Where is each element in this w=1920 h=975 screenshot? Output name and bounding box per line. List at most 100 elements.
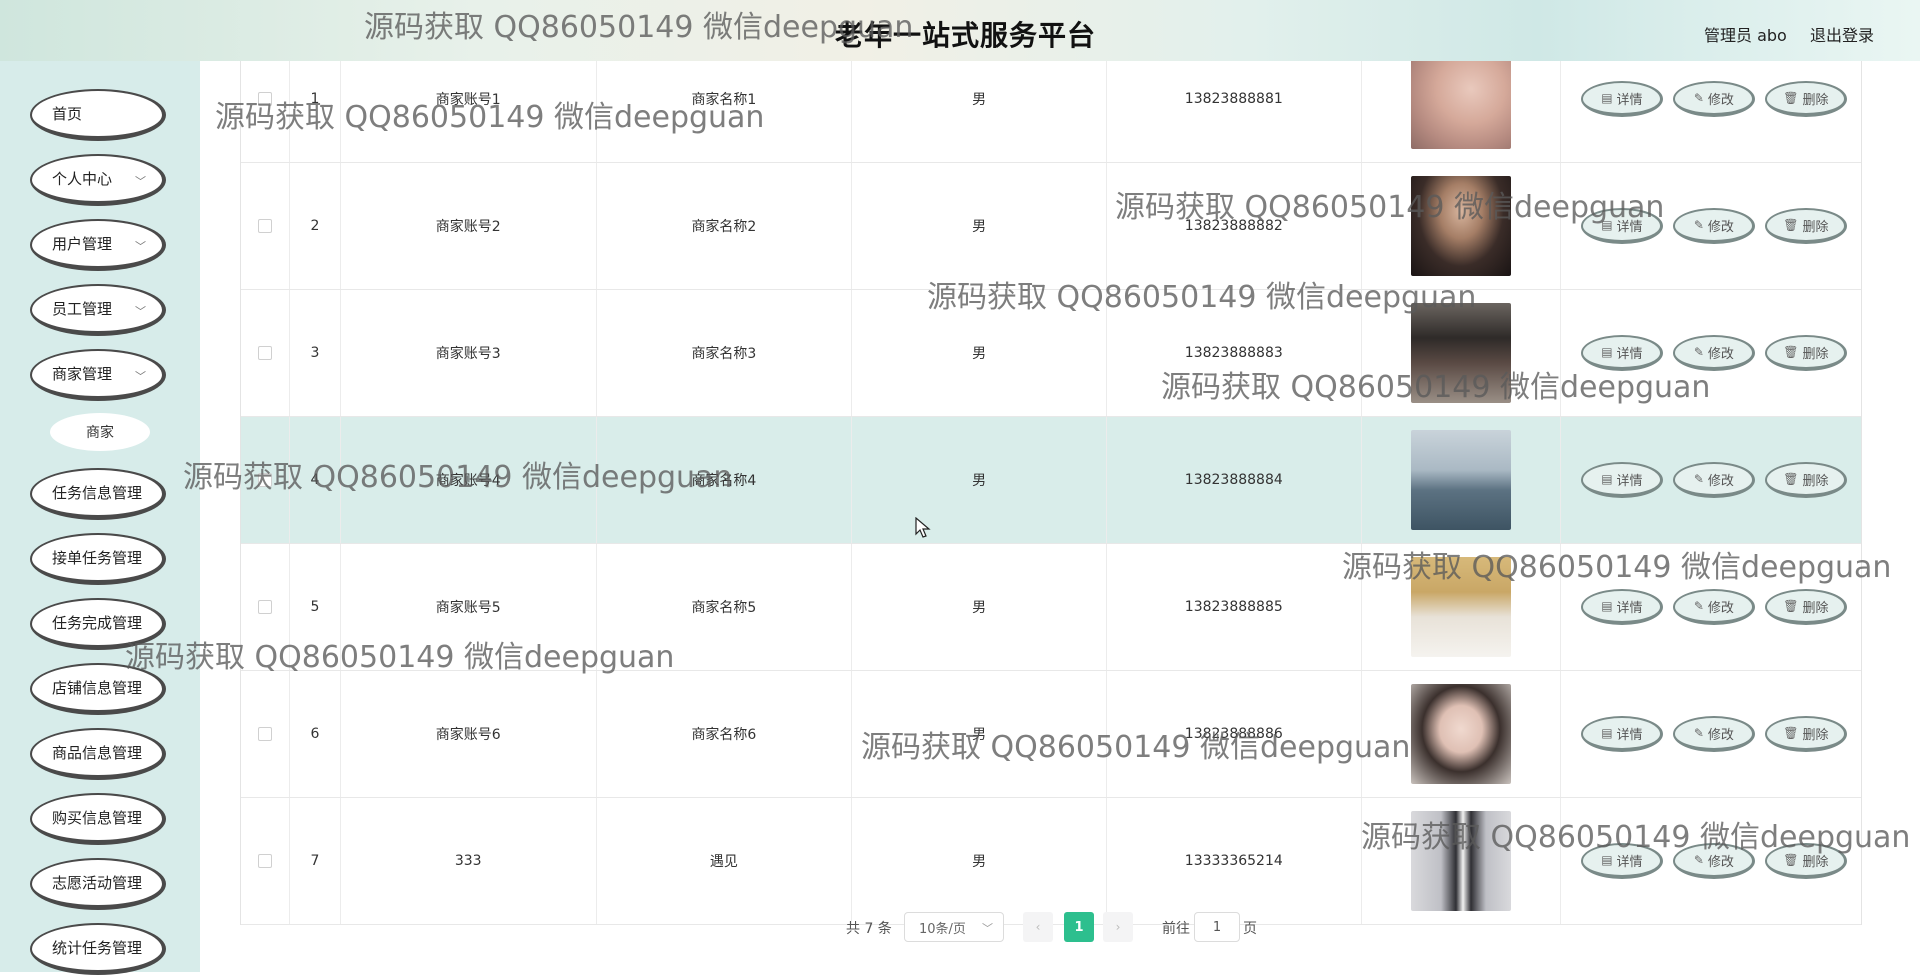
row-index: 2	[290, 163, 341, 289]
row-checkbox[interactable]	[257, 727, 272, 741]
row-checkbox[interactable]	[257, 473, 272, 487]
sidebar-item-label: 首页	[52, 105, 83, 123]
merchant-photo	[1411, 557, 1511, 657]
merchant-account: 商家账号6	[341, 671, 597, 797]
delete-button[interactable]: 🗑 删除	[1765, 208, 1848, 244]
document-icon: ▤	[1601, 91, 1613, 105]
sidebar-item-merchant-management[interactable]: 商家管理 ﹀	[30, 349, 166, 401]
edit-button[interactable]: ✎ 修改	[1673, 335, 1756, 371]
merchant-account: 商家账号5	[341, 544, 597, 670]
chevron-left-icon: ‹	[1035, 920, 1041, 934]
detail-button[interactable]: ▤ 详情	[1581, 208, 1664, 244]
merchant-sex: 男	[852, 671, 1107, 797]
delete-button[interactable]: 🗑 删除	[1765, 716, 1848, 752]
row-checkbox[interactable]	[257, 346, 272, 360]
page-size-select[interactable]: 10条/页 ﹀	[904, 912, 1004, 942]
row-index: 5	[290, 544, 341, 670]
sidebar-item-label: 统计任务管理	[52, 939, 143, 957]
page-title: 老年一站式服务平台	[835, 19, 1097, 52]
merchant-account: 333	[341, 798, 597, 924]
merchant-name: 遇见	[597, 798, 853, 924]
sidebar-item-home[interactable]: 首页	[30, 89, 166, 141]
edit-button[interactable]: ✎ 修改	[1673, 843, 1756, 879]
merchant-photo	[1411, 49, 1511, 149]
sidebar-item-purchase-info[interactable]: 购买信息管理	[30, 793, 166, 845]
pencil-icon: ✎	[1693, 218, 1704, 232]
sidebar-item-product-info[interactable]: 商品信息管理	[30, 728, 166, 780]
merchant-photo	[1411, 430, 1511, 530]
row-checkbox[interactable]	[257, 600, 272, 614]
sidebar-item-volunteer-activity[interactable]: 志愿活动管理	[30, 858, 166, 910]
prev-page-button[interactable]: ‹	[1023, 912, 1053, 942]
chevron-down-icon: ﹀	[135, 370, 146, 383]
sidebar-item-personal-center[interactable]: 个人中心 ﹀	[30, 154, 166, 206]
sidebar-item-label: 接单任务管理	[52, 549, 143, 567]
pencil-icon: ✎	[1693, 91, 1704, 105]
delete-button[interactable]: 🗑 删除	[1765, 589, 1848, 625]
detail-button[interactable]: ▤ 详情	[1581, 81, 1664, 117]
edit-button[interactable]: ✎ 修改	[1673, 462, 1756, 498]
mouse-cursor-icon	[915, 517, 931, 538]
merchant-phone: 13823888882	[1107, 163, 1362, 289]
edit-button[interactable]: ✎ 修改	[1673, 589, 1756, 625]
goto-page-input[interactable]	[1194, 912, 1240, 942]
sidebar-item-label: 任务信息管理	[52, 484, 143, 502]
sidebar-item-task-completion[interactable]: 任务完成管理	[30, 598, 166, 650]
table-row: 4 商家账号4 商家名称4 男 13823888884 ▤ 详情 ✎ 修改 🗑 删除	[241, 417, 1861, 544]
detail-button[interactable]: ▤ 详情	[1581, 589, 1664, 625]
document-icon: ▤	[1601, 472, 1613, 486]
delete-button[interactable]: 🗑 删除	[1765, 81, 1848, 117]
merchant-phone: 13823888884	[1107, 417, 1362, 543]
merchant-name: 商家名称3	[597, 290, 853, 416]
goto-label: 前往	[1162, 921, 1190, 937]
merchant-account: 商家账号4	[341, 417, 597, 543]
detail-button[interactable]: ▤ 详情	[1581, 462, 1664, 498]
page-number-button[interactable]: 1	[1064, 912, 1094, 942]
delete-button[interactable]: 🗑 删除	[1765, 462, 1848, 498]
sidebar-item-accepted-tasks[interactable]: 接单任务管理	[30, 533, 166, 585]
edit-button[interactable]: ✎ 修改	[1673, 716, 1756, 752]
row-checkbox[interactable]	[257, 92, 272, 106]
merchant-photo	[1411, 811, 1511, 911]
sidebar-item-task-statistics[interactable]: 统计任务管理	[30, 923, 166, 975]
delete-button[interactable]: 🗑 删除	[1765, 335, 1848, 371]
sidebar-item-staff-management[interactable]: 员工管理 ﹀	[30, 284, 166, 336]
logout-button[interactable]: 退出登录	[1810, 22, 1874, 46]
chevron-down-icon: ﹀	[135, 240, 146, 253]
edit-button[interactable]: ✎ 修改	[1673, 81, 1756, 117]
row-checkbox[interactable]	[257, 854, 272, 868]
total-count: 共 7 条	[846, 921, 892, 937]
trash-icon: 🗑	[1783, 726, 1799, 740]
merchant-phone: 13823888883	[1107, 290, 1362, 416]
pencil-icon: ✎	[1693, 726, 1704, 740]
merchant-account: 商家账号3	[341, 290, 597, 416]
row-checkbox[interactable]	[257, 219, 272, 233]
merchant-sex: 男	[852, 544, 1107, 670]
merchant-phone: 13823888885	[1107, 544, 1362, 670]
sidebar-item-shop-info[interactable]: 店铺信息管理	[30, 663, 166, 715]
edit-button[interactable]: ✎ 修改	[1673, 208, 1756, 244]
sidebar-item-label: 店铺信息管理	[52, 679, 143, 697]
pagination: 共 7 条 10条/页 ﹀ ‹ 1 › 前往 页	[0, 912, 1920, 942]
merchant-name: 商家名称4	[597, 417, 853, 543]
row-index: 6	[290, 671, 341, 797]
next-page-button[interactable]: ›	[1103, 912, 1133, 942]
detail-button[interactable]: ▤ 详情	[1581, 843, 1664, 879]
merchant-sex: 男	[852, 163, 1107, 289]
sidebar-item-label: 购买信息管理	[52, 809, 143, 827]
sidebar-item-task-info[interactable]: 任务信息管理	[30, 468, 166, 520]
sidebar-subitem-merchant[interactable]: 商家	[50, 413, 150, 451]
table-row: 3 商家账号3 商家名称3 男 13823888883 ▤ 详情 ✎ 修改 🗑 删除	[241, 290, 1861, 417]
sidebar-item-user-management[interactable]: 用户管理 ﹀	[30, 219, 166, 271]
sidebar-item-label: 个人中心	[52, 170, 113, 188]
document-icon: ▤	[1601, 599, 1613, 613]
trash-icon: 🗑	[1783, 599, 1799, 613]
admin-user-label: 管理员 abo	[1704, 26, 1787, 45]
merchant-table: 1 商家账号1 商家名称1 男 13823888881 ▤ 详情 ✎ 修改 🗑 删除 …	[240, 36, 1862, 925]
detail-button[interactable]: ▤ 详情	[1581, 335, 1664, 371]
delete-button[interactable]: 🗑 删除	[1765, 843, 1848, 879]
table-row: 6 商家账号6 商家名称6 男 13823888886 ▤ 详情 ✎ 修改 🗑 删除	[241, 671, 1861, 798]
table-row: 7 333 遇见 男 13333365214 ▤ 详情 ✎ 修改 🗑 删除	[241, 798, 1861, 925]
detail-button[interactable]: ▤ 详情	[1581, 716, 1664, 752]
chevron-right-icon: ›	[1115, 920, 1121, 934]
